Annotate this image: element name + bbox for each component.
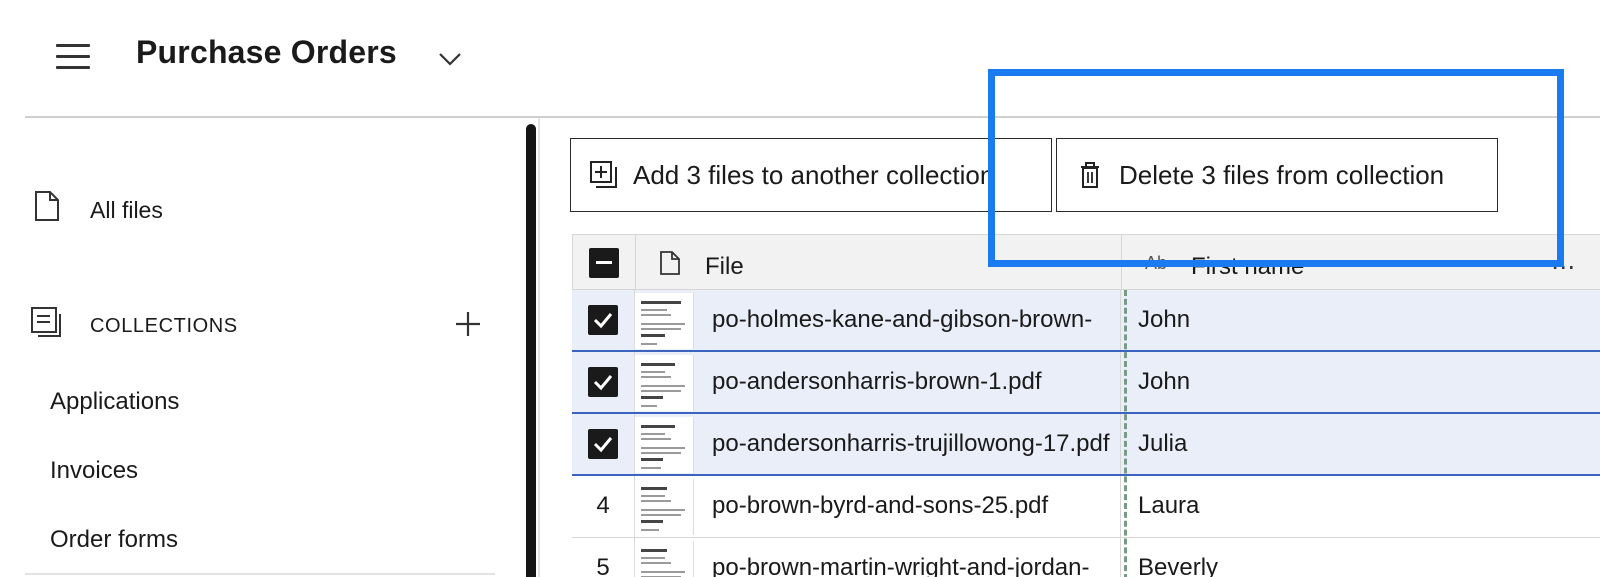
file-thumbnail — [634, 293, 694, 349]
app-window: Purchase Orders All files COLLECTIONS Ap… — [0, 0, 1600, 577]
sidebar-item-applications[interactable]: Applications — [50, 388, 179, 416]
pane-divider — [538, 118, 540, 577]
row-checkbox[interactable] — [588, 367, 618, 397]
table-row[interactable]: 5 po-brown-martin-wright-and-jordan- Bev… — [572, 538, 1600, 577]
files-table: File Ab First name ⋯ po-holmes-kane-and-… — [572, 234, 1600, 577]
text-type-icon: Ab — [1145, 253, 1168, 273]
column-resize-guide[interactable] — [1124, 290, 1127, 577]
first-name-cell: John — [1138, 306, 1191, 333]
first-name-cell: Laura — [1138, 492, 1200, 519]
row-number: 4 — [596, 492, 610, 519]
sidebar-scrollbar[interactable] — [526, 124, 536, 577]
table-row[interactable]: po-andersonharris-trujillowong-17.pdf Ju… — [572, 414, 1600, 476]
file-name: po-andersonharris-trujillowong-17.pdf — [712, 430, 1110, 457]
collections-label: COLLECTIONS — [90, 315, 238, 337]
select-all-checkbox[interactable] — [589, 248, 619, 278]
collections-icon — [31, 307, 61, 337]
first-name-cell: Beverly — [1138, 554, 1219, 577]
file-name: po-brown-martin-wright-and-jordan- — [712, 554, 1090, 577]
sidebar-item-order-forms[interactable]: Order forms — [50, 526, 178, 554]
table-row[interactable]: 4 po-brown-byrd-and-sons-25.pdf Laura — [572, 476, 1600, 538]
delete-from-collection-button[interactable]: Delete 3 files from collection — [1056, 138, 1498, 212]
plus-icon — [456, 312, 480, 336]
file-thumbnail — [634, 479, 694, 535]
file-icon — [35, 191, 59, 221]
first-name-cell: Julia — [1138, 430, 1188, 457]
delete-from-collection-label: Delete 3 files from collection — [1119, 159, 1445, 190]
hamburger-menu-icon[interactable] — [50, 36, 96, 76]
file-name: po-andersonharris-brown-1.pdf — [712, 368, 1042, 395]
add-to-collection-label: Add 3 files to another collection — [633, 159, 995, 190]
chevron-down-icon[interactable] — [436, 46, 464, 70]
row-checkbox[interactable] — [588, 305, 618, 335]
add-to-collection-icon — [590, 161, 617, 188]
file-icon — [660, 251, 680, 275]
first-name-cell: John — [1138, 368, 1191, 395]
collections-section-header: COLLECTIONS — [30, 302, 500, 346]
table-row[interactable]: po-andersonharris-brown-1.pdf John — [572, 352, 1600, 414]
file-thumbnail — [634, 417, 694, 473]
column-header-file[interactable]: File — [705, 253, 744, 281]
add-to-collection-button[interactable]: Add 3 files to another collection — [570, 138, 1052, 212]
table-row[interactable]: po-holmes-kane-and-gibson-brown- John — [572, 290, 1600, 352]
column-options-icon[interactable]: ⋯ — [1551, 253, 1576, 282]
file-thumbnail — [634, 355, 694, 411]
sidebar-item-all-files[interactable]: All files — [30, 188, 510, 232]
sidebar-item-label: All files — [90, 197, 163, 223]
file-name: po-brown-byrd-and-sons-25.pdf — [712, 492, 1049, 519]
add-collection-button[interactable] — [448, 304, 488, 344]
sidebar-divider — [25, 573, 495, 575]
file-name: po-holmes-kane-and-gibson-brown- — [712, 306, 1093, 333]
trash-icon — [1081, 162, 1099, 188]
column-header-first-name[interactable]: First name — [1191, 253, 1304, 281]
header-divider — [25, 116, 1600, 118]
row-number: 5 — [596, 554, 610, 577]
file-thumbnail — [634, 541, 694, 577]
sidebar-item-invoices[interactable]: Invoices — [50, 457, 138, 485]
row-checkbox[interactable] — [588, 429, 618, 459]
table-header: File Ab First name ⋯ — [572, 234, 1600, 291]
page-title: Purchase Orders — [136, 34, 397, 70]
